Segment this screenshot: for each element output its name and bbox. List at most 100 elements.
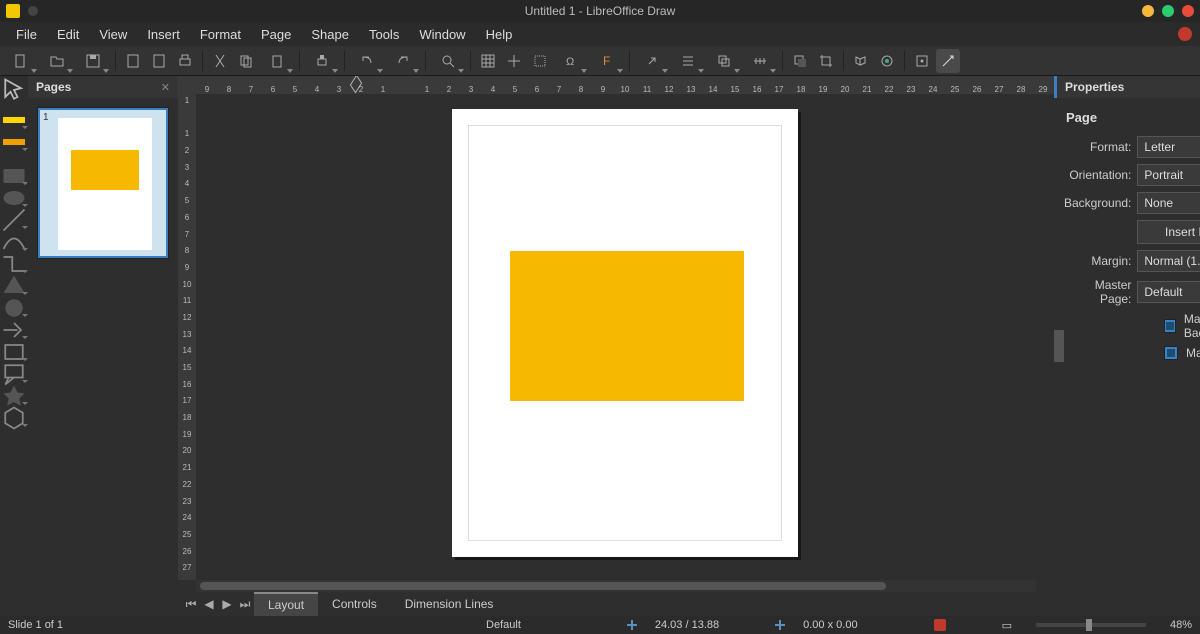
status-zoom[interactable]: 48%: [1170, 619, 1192, 631]
format-value: Letter: [1144, 140, 1175, 154]
canvas-area: 9876543211234567891011121314151617181920…: [178, 76, 1054, 616]
extrusion-button[interactable]: [849, 49, 873, 73]
master-page-value: Default: [1144, 285, 1182, 299]
symbol-shapes-tool[interactable]: [0, 298, 28, 318]
menubar: File Edit View Insert Format Page Shape …: [0, 22, 1200, 46]
menu-page[interactable]: Page: [251, 24, 301, 45]
arrow-shapes-tool[interactable]: [0, 320, 28, 340]
background-select[interactable]: None: [1137, 192, 1200, 214]
arrange-button[interactable]: [707, 49, 741, 73]
zoom-slider[interactable]: [1036, 623, 1146, 627]
page-surface[interactable]: [452, 109, 798, 557]
3d-tool[interactable]: [0, 408, 28, 428]
master-background-checkbox[interactable]: [1164, 319, 1176, 333]
menu-format[interactable]: Format: [190, 24, 251, 45]
connector-tool[interactable]: [0, 254, 28, 274]
format-select[interactable]: Letter: [1137, 136, 1200, 158]
stars-tool[interactable]: [0, 386, 28, 406]
orientation-select[interactable]: Portrait: [1137, 164, 1200, 186]
properties-panel-title: Properties ✕: [1054, 76, 1200, 98]
guidelines-button[interactable]: [528, 49, 552, 73]
distribute-button[interactable]: [743, 49, 777, 73]
clone-formatting-button[interactable]: [305, 49, 339, 73]
insert-image-button[interactable]: Insert Image...: [1137, 220, 1200, 244]
gluepoints-button[interactable]: [910, 49, 934, 73]
grid-button[interactable]: [476, 49, 500, 73]
show-draw-functions-button[interactable]: [936, 49, 960, 73]
page-thumbnail-1[interactable]: 1: [38, 108, 168, 258]
callout-tool[interactable]: [0, 364, 28, 384]
cut-button[interactable]: [208, 49, 232, 73]
tab-dimension-lines[interactable]: Dimension Lines: [391, 593, 508, 615]
special-char-button[interactable]: Ω: [554, 49, 588, 73]
menu-insert[interactable]: Insert: [137, 24, 190, 45]
align-button[interactable]: [671, 49, 705, 73]
menu-shape[interactable]: Shape: [301, 24, 359, 45]
zoom-fit-icon[interactable]: ▭: [1002, 619, 1012, 632]
ellipse-tool[interactable]: [0, 188, 28, 208]
line-color-swatch[interactable]: [0, 110, 28, 130]
document-close-icon[interactable]: [1178, 27, 1192, 41]
pages-panel-close-icon[interactable]: ✕: [161, 81, 170, 94]
horizontal-ruler[interactable]: 9876543211234567891011121314151617181920…: [178, 76, 1054, 94]
paste-button[interactable]: [260, 49, 294, 73]
tab-controls[interactable]: Controls: [318, 593, 391, 615]
master-objects-checkbox[interactable]: [1164, 346, 1178, 360]
properties-title-label: Properties: [1065, 80, 1124, 94]
object-size-icon: [775, 620, 785, 630]
first-page-button[interactable]: ⏮: [182, 594, 200, 614]
master-objects-label: Master Objects: [1186, 346, 1200, 360]
line-tool[interactable]: [0, 210, 28, 230]
margin-select[interactable]: Normal (1.90 cm): [1137, 250, 1200, 272]
next-page-button[interactable]: ▶: [218, 594, 236, 614]
last-page-button[interactable]: ⏭: [236, 594, 254, 614]
menu-window[interactable]: Window: [409, 24, 475, 45]
copy-button[interactable]: [234, 49, 258, 73]
status-master[interactable]: Default: [486, 619, 521, 631]
yellow-rectangle-shape[interactable]: [510, 251, 744, 401]
horizontal-scrollbar[interactable]: [196, 580, 1036, 592]
menu-file[interactable]: File: [6, 24, 47, 45]
pages-panel-title: Pages ✕: [28, 76, 178, 98]
export-pdf-button[interactable]: [121, 49, 145, 73]
master-page-select[interactable]: Default: [1137, 281, 1200, 303]
menu-help[interactable]: Help: [476, 24, 523, 45]
undo-button[interactable]: [350, 49, 384, 73]
modified-indicator-icon[interactable]: [934, 619, 946, 631]
print-button[interactable]: [173, 49, 197, 73]
menu-edit[interactable]: Edit: [47, 24, 89, 45]
crop-button[interactable]: [814, 49, 838, 73]
shadow-button[interactable]: [788, 49, 812, 73]
window-controls: [1142, 0, 1194, 22]
window-close[interactable]: [1182, 5, 1194, 17]
drawing-canvas[interactable]: [196, 94, 1054, 580]
menu-view[interactable]: View: [89, 24, 137, 45]
fill-color-swatch[interactable]: [0, 132, 28, 152]
curve-tool[interactable]: [0, 232, 28, 252]
basic-shapes-tool[interactable]: [0, 276, 28, 296]
select-tool[interactable]: [0, 80, 28, 100]
section-page[interactable]: Page ▣: [1064, 106, 1200, 130]
fontwork-button[interactable]: F: [590, 49, 624, 73]
hyperlink-button[interactable]: [635, 49, 669, 73]
new-button[interactable]: [4, 49, 38, 73]
format-label: Format:: [1064, 140, 1131, 154]
flowchart-tool[interactable]: [0, 342, 28, 362]
window-maximize[interactable]: [1162, 5, 1174, 17]
toggle-point-edit-button[interactable]: [875, 49, 899, 73]
save-button[interactable]: [76, 49, 110, 73]
rectangle-tool[interactable]: [0, 166, 28, 186]
svg-text:Ω: Ω: [566, 56, 574, 68]
snap-guides-button[interactable]: [502, 49, 526, 73]
zoom-button[interactable]: [431, 49, 465, 73]
standard-toolbar: Ω F: [0, 46, 1200, 76]
export-button[interactable]: [147, 49, 171, 73]
tab-layout[interactable]: Layout: [254, 592, 318, 616]
prev-page-button[interactable]: ◀: [200, 594, 218, 614]
vertical-ruler[interactable]: 1123456789101112131415161718192021222324…: [178, 94, 196, 580]
status-cursor-pos: 24.03 / 13.88: [655, 619, 719, 631]
window-minimize[interactable]: [1142, 5, 1154, 17]
open-button[interactable]: [40, 49, 74, 73]
redo-button[interactable]: [386, 49, 420, 73]
menu-tools[interactable]: Tools: [359, 24, 409, 45]
